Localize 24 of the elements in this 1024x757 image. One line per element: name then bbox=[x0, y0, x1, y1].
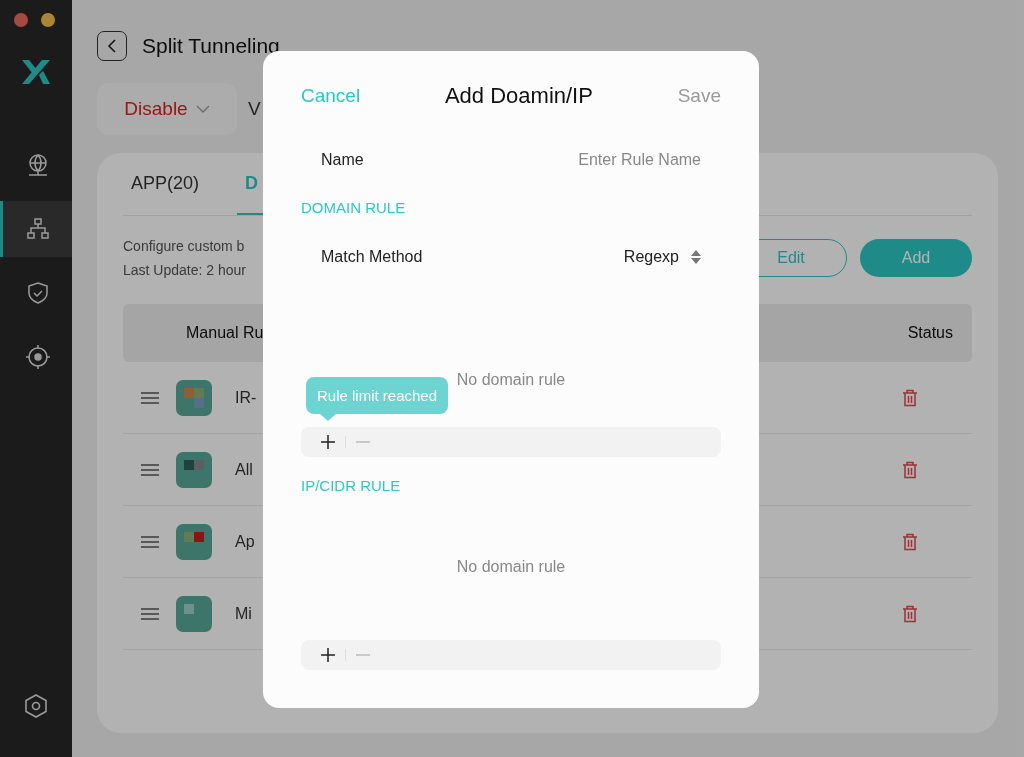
mode-label: V bbox=[248, 98, 261, 120]
description-text: Configure custom b bbox=[123, 238, 246, 254]
rule-name: IR- bbox=[235, 388, 257, 407]
add-button[interactable]: Add bbox=[860, 239, 972, 277]
dialog-title: Add Doamin/IP bbox=[444, 83, 593, 109]
section-title: IP/CIDR RULE bbox=[301, 477, 402, 494]
page-title: Split Tunneling bbox=[142, 34, 280, 58]
name-field[interactable]: Enter Rule Name bbox=[501, 151, 701, 169]
description-text: Last Update: 2 hour bbox=[123, 262, 246, 278]
empty-message: No domain rule bbox=[456, 371, 566, 389]
tab[interactable]: APP(20) bbox=[123, 153, 208, 215]
rule-name: Mi bbox=[235, 604, 252, 623]
match-method-label: Match Method bbox=[321, 248, 423, 266]
match-method-select[interactable]: Regexp bbox=[623, 248, 701, 266]
rule-name: Ap bbox=[235, 532, 255, 551]
column-header: Manual Ru bbox=[186, 324, 264, 342]
mode-select[interactable]: Disable bbox=[97, 83, 237, 135]
tooltip: Rule limit reached bbox=[306, 377, 449, 414]
column-header: Status bbox=[907, 324, 953, 342]
name-label: Name bbox=[321, 151, 364, 169]
empty-message: No domain rule bbox=[456, 558, 566, 576]
section-title: DOMAIN RULE bbox=[301, 199, 407, 216]
rule-name: All bbox=[235, 460, 253, 479]
cancel-button[interactable]: Cancel bbox=[301, 85, 361, 107]
